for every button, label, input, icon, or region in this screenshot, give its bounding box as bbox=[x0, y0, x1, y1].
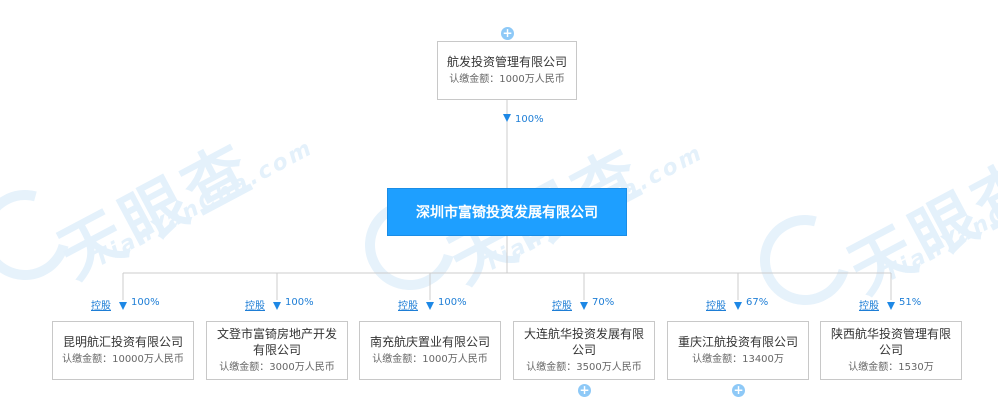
child-tag[interactable]: 控股 bbox=[706, 297, 726, 312]
child-tag[interactable]: 控股 bbox=[245, 297, 265, 312]
child-company-capital: 认缴金额：1000万人民币 bbox=[372, 354, 488, 365]
child-company-name: 大连航华投资发展有限公司 bbox=[523, 327, 644, 357]
child-percent: 100% bbox=[285, 297, 314, 308]
expand-parent-plus-icon[interactable]: + bbox=[501, 27, 514, 40]
child-company-capital: 认缴金额：13400万 bbox=[692, 354, 784, 365]
parent-percent: 100% bbox=[515, 114, 544, 125]
child-company-node[interactable]: 文登市富锜房地产开发有限公司 认缴金额：3000万人民币 bbox=[206, 321, 348, 380]
child-tag[interactable]: 控股 bbox=[91, 297, 111, 312]
parent-company-node[interactable]: 航发投资管理有限公司 认缴金额：1000万人民币 bbox=[437, 41, 577, 100]
child-percent: 67% bbox=[746, 297, 769, 308]
child-tag[interactable]: 控股 bbox=[859, 297, 879, 312]
child-company-capital: 认缴金额：3000万人民币 bbox=[219, 362, 335, 373]
child-tag[interactable]: 控股 bbox=[552, 297, 572, 312]
child-percent: 51% bbox=[899, 297, 922, 308]
child-company-name: 昆明航汇投资有限公司 bbox=[62, 335, 183, 349]
child-percent: 70% bbox=[592, 297, 615, 308]
child-company-node[interactable]: 南充航庆置业有限公司 认缴金额：1000万人民币 bbox=[359, 321, 501, 380]
child-company-capital: 认缴金额：3500万人民币 bbox=[526, 362, 642, 373]
arrow-down-icon bbox=[426, 302, 434, 310]
equity-diagram: 天眼查 TianYanCha.com 天眼查 TianYanCha.com 天眼… bbox=[0, 0, 998, 409]
child-company-name: 重庆江航投资有限公司 bbox=[677, 335, 798, 349]
expand-child-plus-icon[interactable]: + bbox=[732, 384, 745, 397]
child-company-capital: 认缴金额：10000万人民币 bbox=[62, 354, 184, 365]
child-percent: 100% bbox=[131, 297, 160, 308]
center-company-node[interactable]: 深圳市富锜投资发展有限公司 bbox=[387, 188, 627, 236]
child-tag[interactable]: 控股 bbox=[398, 297, 418, 312]
expand-child-plus-icon[interactable]: + bbox=[578, 384, 591, 397]
arrow-down-icon bbox=[580, 302, 588, 310]
child-percent: 100% bbox=[438, 297, 467, 308]
center-company-name: 深圳市富锜投资发展有限公司 bbox=[416, 205, 598, 221]
child-company-capital: 认缴金额：1530万 bbox=[848, 362, 934, 373]
arrow-down-icon bbox=[119, 302, 127, 310]
arrow-down-icon bbox=[273, 302, 281, 310]
child-company-node[interactable]: 重庆江航投资有限公司 认缴金额：13400万 bbox=[667, 321, 809, 380]
child-company-node[interactable]: 昆明航汇投资有限公司 认缴金额：10000万人民币 bbox=[52, 321, 194, 380]
arrow-down-icon bbox=[734, 302, 742, 310]
parent-company-capital: 认缴金额：1000万人民币 bbox=[449, 74, 565, 85]
child-company-name: 文登市富锜房地产开发有限公司 bbox=[216, 327, 337, 357]
child-company-node[interactable]: 大连航华投资发展有限公司 认缴金额：3500万人民币 bbox=[513, 321, 655, 380]
arrow-down-icon bbox=[503, 114, 511, 122]
child-company-name: 南充航庆置业有限公司 bbox=[369, 335, 490, 349]
child-company-name: 陕西航华投资管理有限公司 bbox=[830, 327, 951, 357]
arrow-down-icon bbox=[887, 302, 895, 310]
parent-company-name: 航发投资管理有限公司 bbox=[446, 55, 567, 69]
child-company-node[interactable]: 陕西航华投资管理有限公司 认缴金额：1530万 bbox=[820, 321, 962, 380]
